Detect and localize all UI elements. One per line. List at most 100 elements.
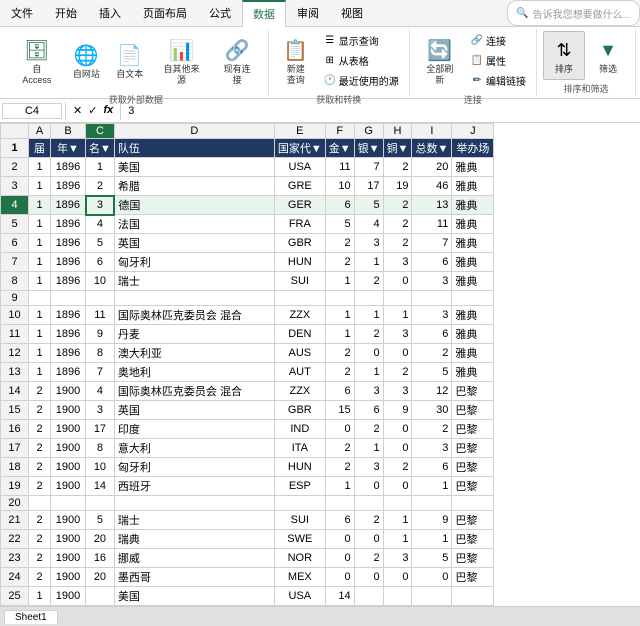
cell-j15[interactable]: 巴黎 xyxy=(452,401,494,420)
cell-b11[interactable]: 1896 xyxy=(51,325,86,344)
header-队伍[interactable]: 队伍 xyxy=(114,139,274,158)
cell-g14[interactable]: 3 xyxy=(354,382,383,401)
cell-f7[interactable]: 2 xyxy=(325,253,354,272)
cell-h12[interactable]: 0 xyxy=(383,344,412,363)
cell-h8[interactable]: 0 xyxy=(383,272,412,291)
cell-c22[interactable]: 20 xyxy=(86,530,115,549)
cell-a6[interactable]: 1 xyxy=(29,234,51,253)
cell-e17[interactable]: ITA xyxy=(274,439,325,458)
cell-c4[interactable]: 3 xyxy=(86,196,115,215)
cell-e11[interactable]: DEN xyxy=(274,325,325,344)
cell-i22[interactable]: 1 xyxy=(412,530,452,549)
cell-i9[interactable] xyxy=(412,291,452,306)
header-金[interactable]: 金▼ xyxy=(325,139,354,158)
cell-c19[interactable]: 14 xyxy=(86,477,115,496)
col-header-d[interactable]: D xyxy=(114,124,274,139)
col-header-h[interactable]: H xyxy=(383,124,412,139)
cell-c21[interactable]: 5 xyxy=(86,511,115,530)
cell-e9[interactable] xyxy=(274,291,325,306)
cell-a2[interactable]: 1 xyxy=(29,158,51,177)
cell-e23[interactable]: NOR xyxy=(274,549,325,568)
tab-review[interactable]: 审阅 xyxy=(286,0,330,26)
cell-a25[interactable]: 1 xyxy=(29,587,51,606)
header-名[interactable]: 名▼ xyxy=(86,139,115,158)
cell-c23[interactable]: 16 xyxy=(86,549,115,568)
cell-e19[interactable]: ESP xyxy=(274,477,325,496)
cell-g13[interactable]: 1 xyxy=(354,363,383,382)
cell-g6[interactable]: 3 xyxy=(354,234,383,253)
cell-b24[interactable]: 1900 xyxy=(51,568,86,587)
tell-me-box[interactable]: 🔍 告诉我您想要做什么... xyxy=(507,0,640,26)
cell-e5[interactable]: FRA xyxy=(274,215,325,234)
cell-g10[interactable]: 1 xyxy=(354,306,383,325)
access-button[interactable]: 🗄 自 Access xyxy=(10,31,64,91)
cell-f15[interactable]: 15 xyxy=(325,401,354,420)
properties-button[interactable]: 📋 属性 xyxy=(466,51,530,70)
edit-links-button[interactable]: ✏ 编辑链接 xyxy=(466,71,530,90)
cell-f6[interactable]: 2 xyxy=(325,234,354,253)
filter-button[interactable]: ▼ 筛选 xyxy=(587,31,629,80)
cell-d7[interactable]: 匈牙利 xyxy=(114,253,274,272)
cell-d20[interactable] xyxy=(114,496,274,511)
cell-reference-input[interactable] xyxy=(2,103,62,119)
cell-h3[interactable]: 19 xyxy=(383,177,412,196)
cell-e24[interactable]: MEX xyxy=(274,568,325,587)
cell-f24[interactable]: 0 xyxy=(325,568,354,587)
cell-h25[interactable] xyxy=(383,587,412,606)
cell-g7[interactable]: 1 xyxy=(354,253,383,272)
cell-d6[interactable]: 英国 xyxy=(114,234,274,253)
cell-j6[interactable]: 雅典 xyxy=(452,234,494,253)
cell-b21[interactable]: 1900 xyxy=(51,511,86,530)
cell-h23[interactable]: 3 xyxy=(383,549,412,568)
formula-input[interactable] xyxy=(124,104,638,118)
cell-i18[interactable]: 6 xyxy=(412,458,452,477)
header-年[interactable]: 年▼ xyxy=(51,139,86,158)
cell-e14[interactable]: ZZX xyxy=(274,382,325,401)
col-header-j[interactable]: J xyxy=(452,124,494,139)
cell-e16[interactable]: IND xyxy=(274,420,325,439)
cell-g16[interactable]: 2 xyxy=(354,420,383,439)
cell-d24[interactable]: 墨西哥 xyxy=(114,568,274,587)
cell-g9[interactable] xyxy=(354,291,383,306)
cell-a22[interactable]: 2 xyxy=(29,530,51,549)
cell-d18[interactable]: 匈牙利 xyxy=(114,458,274,477)
cell-e18[interactable]: HUN xyxy=(274,458,325,477)
cell-c9[interactable] xyxy=(86,291,115,306)
cell-j3[interactable]: 雅典 xyxy=(452,177,494,196)
cell-a15[interactable]: 2 xyxy=(29,401,51,420)
cell-c8[interactable]: 10 xyxy=(86,272,115,291)
confirm-formula-icon[interactable]: ✓ xyxy=(86,103,99,118)
cell-b14[interactable]: 1900 xyxy=(51,382,86,401)
cell-i6[interactable]: 7 xyxy=(412,234,452,253)
cell-j4[interactable]: 雅典 xyxy=(452,196,494,215)
cell-e8[interactable]: SUI xyxy=(274,272,325,291)
header-银[interactable]: 银▼ xyxy=(354,139,383,158)
cell-a13[interactable]: 1 xyxy=(29,363,51,382)
cell-c20[interactable] xyxy=(86,496,115,511)
cell-b15[interactable]: 1900 xyxy=(51,401,86,420)
cell-e12[interactable]: AUS xyxy=(274,344,325,363)
cell-e21[interactable]: SUI xyxy=(274,511,325,530)
col-header-f[interactable]: F xyxy=(325,124,354,139)
cell-f19[interactable]: 1 xyxy=(325,477,354,496)
cell-g19[interactable]: 0 xyxy=(354,477,383,496)
cell-b20[interactable] xyxy=(51,496,86,511)
cell-a17[interactable]: 2 xyxy=(29,439,51,458)
cell-d15[interactable]: 英国 xyxy=(114,401,274,420)
cell-g23[interactable]: 2 xyxy=(354,549,383,568)
cell-b3[interactable]: 1896 xyxy=(51,177,86,196)
cell-e13[interactable]: AUT xyxy=(274,363,325,382)
col-header-b[interactable]: B xyxy=(51,124,86,139)
cell-c14[interactable]: 4 xyxy=(86,382,115,401)
cell-c5[interactable]: 4 xyxy=(86,215,115,234)
cell-b7[interactable]: 1896 xyxy=(51,253,86,272)
cell-f16[interactable]: 0 xyxy=(325,420,354,439)
cell-j14[interactable]: 巴黎 xyxy=(452,382,494,401)
cell-g2[interactable]: 7 xyxy=(354,158,383,177)
tab-data[interactable]: 数据 xyxy=(242,0,286,27)
cell-g20[interactable] xyxy=(354,496,383,511)
text-button[interactable]: 📄 自文本 xyxy=(109,36,150,85)
cell-d11[interactable]: 丹麦 xyxy=(114,325,274,344)
cell-f21[interactable]: 6 xyxy=(325,511,354,530)
cell-e22[interactable]: SWE xyxy=(274,530,325,549)
